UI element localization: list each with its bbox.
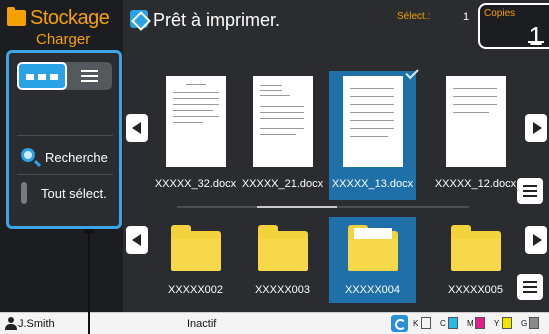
storage-header: Stockage Charger — [0, 0, 121, 50]
folder-item[interactable]: XXXXX002 — [152, 217, 239, 303]
ink-label: G — [521, 319, 528, 328]
refresh-icon[interactable] — [391, 315, 408, 332]
folder-item-selected[interactable]: XXXXX004 — [329, 217, 416, 303]
file-browser: XXXXX_32.docx XXXXX_21.docx XXXXX_13.doc… — [123, 50, 549, 312]
status-bar: J.Smith Inactif K C M Y G — [0, 312, 549, 334]
folders-prev-button[interactable] — [126, 226, 148, 254]
select-all-label: Tout sélect. — [41, 186, 107, 201]
ink-bar — [448, 317, 458, 329]
menu-icon-line — [523, 281, 537, 283]
menu-icon-line — [523, 195, 537, 197]
document-name: XXXXX_21.docx — [241, 178, 324, 190]
folder-name: XXXXX004 — [344, 284, 401, 296]
tile-icon — [50, 74, 58, 80]
document-name: XXXXX_13.docx — [331, 178, 414, 190]
list-icon-line — [81, 70, 98, 72]
side-divider — [17, 174, 113, 175]
status-icon — [130, 10, 148, 28]
folder-icon — [171, 225, 221, 271]
select-count-label: Sélect.: — [397, 11, 431, 22]
tile-icon — [38, 74, 46, 80]
document-thumbnail — [343, 76, 403, 167]
select-all-button[interactable]: Tout sélect. — [17, 179, 113, 209]
view-toggle — [17, 62, 112, 90]
document-item[interactable]: XXXXX_32.docx — [152, 71, 239, 200]
documents-menu-button[interactable] — [517, 178, 543, 204]
folder-name: XXXXX003 — [254, 284, 311, 296]
selected-check-icon — [405, 65, 419, 80]
thumbnail-view-button[interactable] — [17, 62, 67, 90]
document-thumbnail — [253, 76, 313, 167]
user-icon — [5, 317, 17, 330]
menu-icon-line — [523, 291, 537, 293]
search-icon — [21, 148, 35, 162]
document-item[interactable]: XXXXX_21.docx — [239, 71, 326, 200]
search-button[interactable]: Recherche — [17, 142, 113, 172]
copies-value: 1 — [528, 21, 543, 51]
select-all-indicator — [21, 182, 27, 204]
storage-subtitle: Charger — [36, 31, 91, 48]
ink-label: M — [467, 319, 474, 328]
folder-icon — [258, 225, 308, 271]
ink-bar — [502, 317, 512, 329]
storage-folder-icon — [7, 7, 26, 26]
ink-bar — [529, 317, 539, 329]
ink-bar — [475, 317, 485, 329]
document-name: XXXXX_12.docx — [434, 178, 517, 190]
copies-underline — [528, 41, 544, 43]
list-view-button[interactable] — [67, 62, 112, 90]
device-state: Inactif — [187, 318, 217, 330]
user-name: J.Smith — [18, 318, 55, 330]
menu-icon-line — [523, 190, 537, 192]
folder-icon — [451, 225, 501, 271]
folders-next-button[interactable] — [525, 226, 547, 254]
folder-name: XXXXX005 — [447, 284, 504, 296]
tile-icon — [26, 74, 34, 80]
list-icon-line — [81, 80, 98, 82]
search-label: Recherche — [45, 150, 108, 165]
scrollbar-thumb[interactable] — [257, 206, 337, 208]
callout-pointer-line — [88, 232, 90, 334]
ink-bar — [421, 317, 431, 329]
folders-menu-button[interactable] — [517, 274, 543, 300]
list-icon-line — [81, 75, 98, 77]
documents-scrollbar[interactable] — [177, 206, 469, 208]
copies-field[interactable]: Copies 1 — [478, 3, 549, 51]
side-panel: Recherche Tout sélect. — [6, 50, 122, 229]
document-item[interactable]: XXXXX_12.docx — [432, 71, 519, 200]
menu-icon-line — [523, 286, 537, 288]
open-folder-icon — [348, 225, 398, 271]
document-thumbnail — [166, 76, 226, 167]
folder-name: XXXXX002 — [167, 284, 224, 296]
ink-label: K — [413, 319, 419, 328]
copies-label: Copies — [484, 8, 516, 19]
documents-prev-button[interactable] — [126, 114, 148, 142]
status-text: Prêt à imprimer. — [153, 10, 281, 30]
top-bar: Prêt à imprimer. Sélect.: 1 Copies 1 — [123, 0, 549, 51]
document-item-selected[interactable]: XXXXX_13.docx — [329, 65, 419, 200]
documents-next-button[interactable] — [525, 114, 547, 142]
storage-title: Stockage — [30, 7, 110, 29]
ink-label: Y — [494, 319, 500, 328]
device-screen: Stockage Charger Recherche Tout sélect. — [0, 0, 549, 312]
menu-icon-line — [523, 185, 537, 187]
side-divider — [17, 135, 113, 136]
select-count-value: 1 — [463, 11, 470, 23]
ink-label: C — [440, 319, 446, 328]
folder-item[interactable]: XXXXX005 — [432, 217, 519, 303]
document-thumbnail — [446, 76, 506, 167]
document-name: XXXXX_32.docx — [154, 178, 237, 190]
folder-item[interactable]: XXXXX003 — [239, 217, 326, 303]
